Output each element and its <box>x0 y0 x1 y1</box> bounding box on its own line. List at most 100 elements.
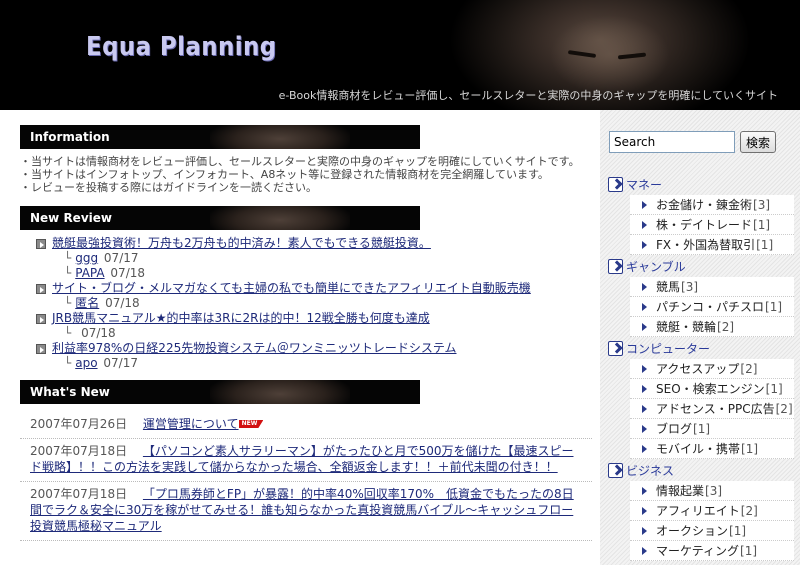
review-list: 競艇最強投資術！万舟も2万舟も的中済み！素人でもできる競艇投資。 └ ggg 07… <box>36 236 592 371</box>
subcategory-label[interactable]: アフィリエイト <box>656 502 740 519</box>
triangle-right-icon <box>642 486 647 495</box>
triangle-right-icon <box>642 220 647 229</box>
information-list: ・当サイトは情報商材をレビュー評価し、セールスレターと実際の中身のギャップを明確… <box>20 155 592 194</box>
subcategory-item[interactable]: オークション [1] <box>630 521 794 541</box>
subcategory-label[interactable]: モバイル・携帯 <box>656 440 740 457</box>
reply-date: 07/18 <box>110 266 146 280</box>
subcategory-label[interactable]: 競艇・競輪 <box>656 318 716 335</box>
whats-new-heading-bar: What's New <box>20 380 420 404</box>
subcategory-label[interactable]: マーケティング <box>656 542 739 559</box>
triangle-right-icon <box>642 200 647 209</box>
subcategory-item[interactable]: お金儲け・錬金術 [3] <box>630 195 794 215</box>
triangle-right-icon <box>642 282 647 291</box>
triangle-right-icon <box>642 404 647 413</box>
subcategory-item[interactable]: FX・外国為替取引 [1] <box>630 235 794 255</box>
review-title-link[interactable]: JRB競馬マニュアル★的中率は3Rに2Rは的中！12戦全勝も何度も達成 <box>52 311 430 326</box>
category-header[interactable]: マネー <box>608 173 796 195</box>
subcategory-item[interactable]: 情報起業 [3] <box>630 481 794 501</box>
triangle-right-icon <box>642 526 647 535</box>
category-name[interactable]: コンピューター <box>626 340 710 357</box>
subcategory-label[interactable]: 競馬 <box>656 278 680 295</box>
category-header[interactable]: ギャンブル <box>608 255 796 277</box>
subcategory-item[interactable]: SEO・検索エンジン [1] <box>630 379 794 399</box>
subcategory-label[interactable]: パチンコ・パチスロ <box>656 298 764 315</box>
subcategory-item[interactable]: マーケティング [1] <box>630 541 794 561</box>
subcategory-label[interactable]: ブログ <box>656 420 692 437</box>
subcategory-item[interactable]: アクセスアップ [2] <box>630 359 794 379</box>
subcategory-label[interactable]: アクセスアップ <box>656 360 739 377</box>
category-name[interactable]: ビジネス <box>626 462 674 479</box>
subcategory-item[interactable]: モバイル・携帯 [1] <box>630 439 794 459</box>
chevron-right-icon <box>608 462 623 478</box>
subcategory-list: 競馬 [3] パチンコ・パチスロ [1] 競艇・競輪 [2] <box>630 277 794 337</box>
subcategory-item[interactable]: 株・デイトレード [1] <box>630 215 794 235</box>
search-input[interactable] <box>609 131 735 153</box>
information-heading: Information <box>30 130 110 144</box>
search-button[interactable]: 検索 <box>740 131 777 153</box>
subcategory-item[interactable]: ブログ [1] <box>630 419 794 439</box>
subcategory-item[interactable]: アドセンス・PPC広告 [2] <box>630 399 794 419</box>
news-title-link[interactable]: 運営管理について <box>143 417 239 431</box>
subcategory-count: [1] <box>765 381 783 396</box>
review-title-row: 利益率978%の日経225先物投資システム＠ワンミニッツトレードシステム <box>36 341 592 356</box>
reply-corner-icon: └ <box>64 266 72 280</box>
subcategory-count: [3] <box>705 483 723 498</box>
triangle-right-icon <box>642 384 647 393</box>
category-header[interactable]: ビジネス <box>608 459 796 481</box>
subcategory-count: [2] <box>740 503 758 518</box>
review-title-row: JRB競馬マニュアル★的中率は3Rに2Rは的中！12戦全勝も何度も達成 <box>36 311 592 326</box>
subcategory-item[interactable]: 競艇・競輪 [2] <box>630 317 794 337</box>
review-title-link[interactable]: サイト・ブログ・メルマガなくても主婦の私でも簡単にできたアフィリエイト自動販売機 <box>52 281 531 296</box>
subcategory-count: [3] <box>681 279 699 294</box>
category-computer: コンピューター アクセスアップ [2] SEO・検索エンジン [1] アドセンス・P… <box>608 337 796 459</box>
subcategory-label[interactable]: 株・デイトレード <box>656 216 752 233</box>
reply-author-link[interactable]: PAPA <box>75 266 104 280</box>
site-tagline: e-Book情報商材をレビュー評価し、セールスレターと実際の中身のギャップを明確… <box>278 89 778 102</box>
subcategory-count: [2] <box>775 401 793 416</box>
triangle-right-icon <box>642 546 647 555</box>
subcategory-label[interactable]: 情報起業 <box>656 482 704 499</box>
site-title[interactable]: Equa Planning <box>86 32 277 62</box>
subcategory-count: [1] <box>693 421 711 436</box>
category-money: マネー お金儲け・錬金術 [3] 株・デイトレード [1] FX・外国為替取引 [1] <box>608 173 796 255</box>
triangle-right-icon <box>642 444 647 453</box>
main-content: Information ・当サイトは情報商材をレビュー評価し、セールスレターと実… <box>20 125 592 541</box>
category-name[interactable]: マネー <box>626 176 662 193</box>
information-item: ・当サイトは情報商材をレビュー評価し、セールスレターと実際の中身のギャップを明確… <box>20 155 580 168</box>
reply-corner-icon: └ <box>64 251 72 265</box>
reply-author-link[interactable]: apo <box>75 356 97 370</box>
subcategory-label[interactable]: アドセンス・PPC広告 <box>656 400 775 417</box>
site-header: Equa Planning e-Book情報商材をレビュー評価し、セールスレター… <box>0 0 800 110</box>
subcategory-label[interactable]: お金儲け・錬金術 <box>656 196 752 213</box>
reply-corner-icon: └ <box>64 296 72 310</box>
chevron-right-icon <box>608 176 623 192</box>
subcategory-label[interactable]: SEO・検索エンジン <box>656 380 765 397</box>
reply-author-link[interactable]: ggg <box>75 251 98 265</box>
category-header[interactable]: コンピューター <box>608 337 796 359</box>
review-title-link[interactable]: 競艇最強投資術！万舟も2万舟も的中済み！素人でもできる競艇投資。 <box>52 236 431 251</box>
news-date: 2007年07月26日 <box>30 417 128 431</box>
news-date: 2007年07月18日 <box>30 444 128 458</box>
category-name[interactable]: ギャンブル <box>626 258 686 275</box>
news-list: 2007年07月26日 運営管理について NEW 2007年07月18日 【パソコ… <box>20 412 592 541</box>
subcategory-item[interactable]: パチンコ・パチスロ [1] <box>630 297 794 317</box>
search-form: 検索 <box>609 131 777 153</box>
review-item: サイト・ブログ・メルマガなくても主婦の私でも簡単にできたアフィリエイト自動販売機… <box>36 281 592 311</box>
reply-date: 07/17 <box>103 356 138 370</box>
arrow-right-icon <box>36 343 46 354</box>
whats-new-heading: What's New <box>30 385 110 399</box>
chevron-right-icon <box>608 258 623 274</box>
review-title-link[interactable]: 利益率978%の日経225先物投資システム＠ワンミニッツトレードシステム <box>52 341 457 356</box>
review-item: JRB競馬マニュアル★的中率は3Rに2Rは的中！12戦全勝も何度も達成 └ 07… <box>36 311 592 341</box>
triangle-right-icon <box>642 322 647 331</box>
subcategory-item[interactable]: 競馬 [3] <box>630 277 794 297</box>
subcategory-label[interactable]: オークション <box>656 522 728 539</box>
subcategory-item[interactable]: アフィリエイト [2] <box>630 501 794 521</box>
news-item: 2007年07月26日 運営管理について NEW <box>20 412 592 439</box>
news-date: 2007年07月18日 <box>30 487 128 501</box>
category-list: マネー お金儲け・錬金術 [3] 株・デイトレード [1] FX・外国為替取引 [1]… <box>608 173 796 561</box>
reply-author-link[interactable]: 匿名 <box>75 296 99 310</box>
reply-date: 07/18 <box>81 326 116 340</box>
reply-corner-icon: └ <box>64 326 72 340</box>
subcategory-label[interactable]: FX・外国為替取引 <box>656 236 755 253</box>
